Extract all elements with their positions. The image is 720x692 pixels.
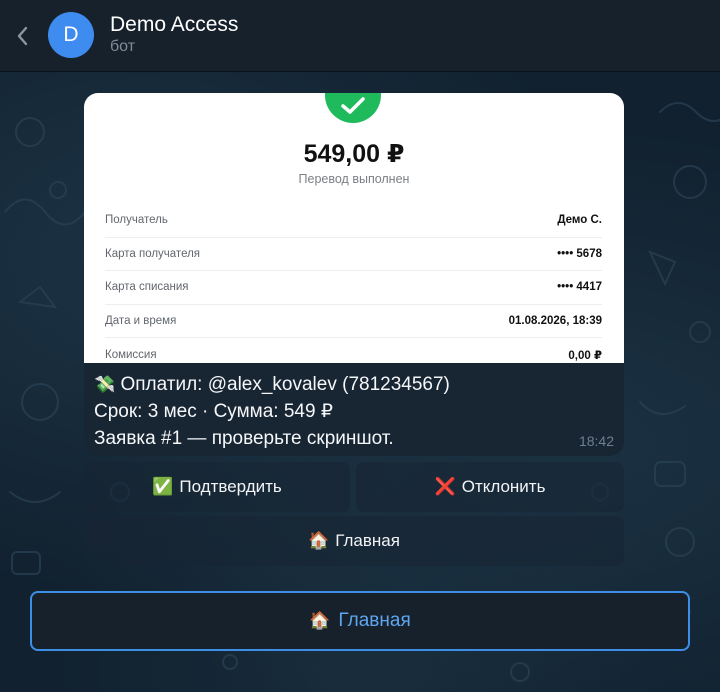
receipt-row: Получатель Демо С.	[105, 204, 602, 238]
cross-mark-icon: ❌	[434, 476, 456, 497]
row-value: Демо С.	[557, 214, 602, 227]
chat-title[interactable]: Demo Access	[110, 13, 238, 37]
payment-amount: 549,00 ₽	[303, 140, 405, 168]
message-line-request: Заявка #1 — проверьте скриншот.	[94, 428, 394, 449]
home-reply-label: Главная	[338, 610, 411, 631]
chat-header: D Demo Access бот	[0, 0, 720, 72]
receipt-details: Получатель Демо С. Карта получателя ••••…	[105, 204, 602, 363]
row-label: Дата и время	[105, 314, 177, 327]
receipt-row: Дата и время 01.08.2026, 18:39	[105, 305, 602, 338]
house-icon: 🏠	[308, 530, 330, 551]
confirm-button[interactable]: ✅ Подтвердить	[84, 462, 350, 512]
house-icon: 🏠	[309, 610, 331, 631]
row-label: Комиссия	[105, 348, 157, 361]
row-value: •••• 5678	[557, 247, 602, 260]
row-label: Получатель	[105, 214, 168, 227]
check-mark-icon: ✅	[152, 476, 174, 497]
message-bubble: 549,00 ₽ Перевод выполнен Получатель Дем…	[84, 93, 624, 456]
money-wings-icon: 💸	[94, 375, 116, 395]
confirm-label: Подтвердить	[179, 477, 282, 496]
reject-label: Отклонить	[461, 477, 546, 496]
receipt-photo[interactable]: 549,00 ₽ Перевод выполнен Получатель Дем…	[84, 93, 624, 363]
home-inline-button[interactable]: 🏠 Главная	[84, 516, 624, 566]
paid-text: Оплатил: @alex_kovalev (781234567)	[120, 374, 450, 395]
success-check-icon	[325, 93, 381, 123]
receipt-row: Комиссия 0,00 ₽	[105, 338, 602, 363]
avatar-letter: D	[63, 23, 79, 46]
row-label: Карта получателя	[105, 247, 201, 260]
row-value: 01.08.2026, 18:39	[508, 314, 602, 327]
receipt-row: Карта получателя •••• 5678	[105, 238, 602, 271]
row-value: •••• 4417	[557, 281, 602, 294]
chat-subtitle: бот	[110, 38, 136, 55]
message-time: 18:42	[578, 433, 614, 449]
home-reply-button[interactable]: 🏠 Главная	[30, 591, 690, 651]
back-arrow-icon[interactable]	[12, 24, 32, 48]
row-label: Карта списания	[105, 281, 189, 294]
home-inline-label: Главная	[335, 531, 400, 550]
receipt-row: Карта списания •••• 4417	[105, 271, 602, 305]
message-line-term: Срок: 3 мес · Сумма: 549 ₽	[94, 401, 333, 422]
message-text: 💸 Оплатил: @alex_kovalev (781234567) Сро…	[94, 371, 614, 452]
row-value: 0,00 ₽	[568, 349, 602, 362]
payment-status: Перевод выполнен	[298, 172, 410, 186]
reject-button[interactable]: ❌ Отклонить	[356, 462, 624, 512]
message-line-paid: 💸 Оплатил: @alex_kovalev (781234567)	[94, 371, 614, 398]
avatar[interactable]: D	[48, 12, 94, 58]
